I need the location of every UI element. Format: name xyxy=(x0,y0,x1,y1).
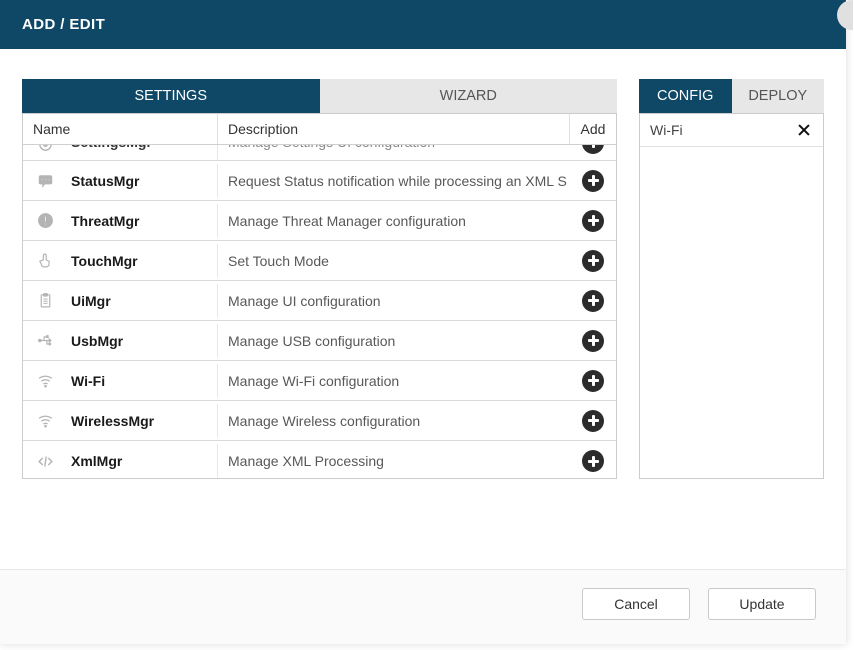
tab-settings[interactable]: SETTINGS xyxy=(22,79,320,113)
tab-wizard[interactable]: WIZARD xyxy=(320,79,618,113)
row-add[interactable] xyxy=(570,145,616,161)
row-description: Manage USB configuration xyxy=(218,324,570,358)
table-row: TouchMgr Set Touch Mode xyxy=(23,241,616,281)
add-icon[interactable] xyxy=(582,290,604,312)
row-description: Manage Wi-Fi configuration xyxy=(218,364,570,398)
alert-icon xyxy=(23,212,67,230)
config-list: Wi-Fi xyxy=(639,113,824,479)
table-row: UsbMgr Manage USB configuration xyxy=(23,321,616,361)
row-add[interactable] xyxy=(570,170,616,192)
wifi-icon xyxy=(23,372,67,390)
right-tabs: CONFIG DEPLOY xyxy=(639,79,824,113)
table-row: StatusMgr Request Status notification wh… xyxy=(23,161,616,201)
table-row: Wi-Fi Manage Wi-Fi configuration xyxy=(23,361,616,401)
row-add[interactable] xyxy=(570,450,616,472)
modal-title: ADD / EDIT xyxy=(0,0,846,49)
col-name: Name xyxy=(23,114,218,144)
row-name: TouchMgr xyxy=(67,244,218,278)
table-row: UiMgr Manage UI configuration xyxy=(23,281,616,321)
add-icon[interactable] xyxy=(582,450,604,472)
row-add[interactable] xyxy=(570,210,616,232)
row-description: Set Touch Mode xyxy=(218,244,570,278)
config-panel: CONFIG DEPLOY Wi-Fi xyxy=(639,79,824,479)
row-add[interactable] xyxy=(570,410,616,432)
clipboard-icon xyxy=(23,292,67,310)
tab-config[interactable]: CONFIG xyxy=(639,79,732,113)
gear-icon xyxy=(23,145,67,161)
settings-table[interactable]: Name Description Add SettingsMgr Manage … xyxy=(22,113,617,479)
row-name: UiMgr xyxy=(67,284,218,318)
modal-footer: Cancel Update xyxy=(0,569,846,644)
row-name: ThreatMgr xyxy=(67,204,218,238)
table-row: WirelessMgr Manage Wireless configuratio… xyxy=(23,401,616,441)
update-button[interactable]: Update xyxy=(708,588,816,620)
row-name: StatusMgr xyxy=(67,164,218,198)
table-row: SettingsMgr Manage Settings UI configura… xyxy=(23,145,616,161)
table-row: XmlMgr Manage XML Processing xyxy=(23,441,616,479)
left-tabs: SETTINGS WIZARD xyxy=(22,79,617,113)
row-name: UsbMgr xyxy=(67,324,218,358)
add-icon[interactable] xyxy=(582,370,604,392)
add-icon[interactable] xyxy=(582,170,604,192)
row-description: Manage Wireless configuration xyxy=(218,404,570,438)
row-description: Manage Threat Manager configuration xyxy=(218,204,570,238)
row-description: Request Status notification while proces… xyxy=(218,164,570,198)
tab-deploy[interactable]: DEPLOY xyxy=(732,79,825,113)
row-description: Manage XML Processing xyxy=(218,444,570,478)
add-icon[interactable] xyxy=(582,330,604,352)
config-item-label: Wi-Fi xyxy=(650,122,683,138)
usb-icon xyxy=(23,332,67,350)
chat-icon xyxy=(23,172,67,190)
col-description: Description xyxy=(218,114,570,144)
cancel-button[interactable]: Cancel xyxy=(582,588,690,620)
touch-icon xyxy=(23,252,67,270)
row-name: Wi-Fi xyxy=(67,364,218,398)
col-add: Add xyxy=(570,114,616,144)
wifi-icon xyxy=(23,412,67,430)
code-icon xyxy=(23,452,67,470)
table-header-row: Name Description Add xyxy=(23,114,616,145)
add-icon[interactable] xyxy=(582,145,604,154)
config-item[interactable]: Wi-Fi xyxy=(640,114,823,147)
row-name: WirelessMgr xyxy=(67,404,218,438)
row-name: XmlMgr xyxy=(67,444,218,478)
table-row: ThreatMgr Manage Threat Manager configur… xyxy=(23,201,616,241)
remove-icon[interactable] xyxy=(795,121,813,139)
row-description: Manage Settings UI configuration xyxy=(218,145,570,161)
add-icon[interactable] xyxy=(582,250,604,272)
add-icon[interactable] xyxy=(582,410,604,432)
row-add[interactable] xyxy=(570,330,616,352)
settings-panel: SETTINGS WIZARD Name Description Add Set… xyxy=(22,79,617,479)
row-name: SettingsMgr xyxy=(67,145,218,161)
row-description: Manage UI configuration xyxy=(218,284,570,318)
row-add[interactable] xyxy=(570,370,616,392)
row-add[interactable] xyxy=(570,250,616,272)
row-add[interactable] xyxy=(570,290,616,312)
add-icon[interactable] xyxy=(582,210,604,232)
